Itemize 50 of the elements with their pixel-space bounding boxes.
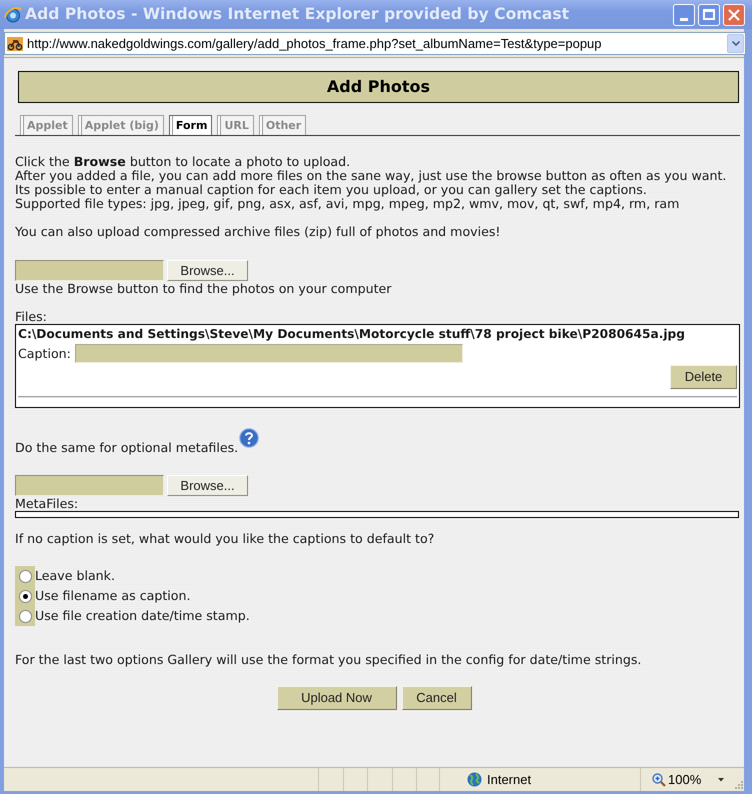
browser-logo-icon [4,6,22,24]
delete-button[interactable]: Delete [670,365,737,389]
motorcycle-icon [7,36,23,50]
chevron-down-icon [732,41,740,46]
browse-button[interactable]: Browse... [167,475,248,496]
globe-icon [467,772,482,787]
radio-button[interactable] [19,570,32,582]
instruction-text: Its possible to enter a manual caption for each item you upload, or you can gallery set the captions. [15,183,648,197]
address-dropdown-button[interactable] [727,34,744,53]
caption-field[interactable] [74,344,463,363]
zoom-level: 100% [668,770,702,789]
instruction-text: After you added a file, you can add more files on the sane way, just use the browse button as often as you want. [15,169,728,183]
caret-down-icon [718,778,724,782]
maximize-icon [703,9,715,20]
file-path-field[interactable] [15,260,164,281]
address-field[interactable]: http://www.nakedgoldwings.com/gallery/add_photos_frame.php?set_albumName=Test&type=popup [4,32,746,55]
magnifier-icon [652,772,666,786]
metafiles-label: MetaFiles: [15,497,80,511]
address-url: http://www.nakedgoldwings.com/gallery/add_photos_frame.php?set_albumName=Test&type=popup [27,34,602,53]
browse-button[interactable]: Browse... [167,260,248,281]
archive-note: You can also upload compressed archive files (zip) full of photos and movies! [15,225,502,239]
minimize-button[interactable] [673,4,695,26]
resize-grip-icon[interactable] [733,779,743,789]
browse-hint: Use the Browse button to find the photos on your computer [15,282,392,296]
files-label: Files: [15,310,48,324]
caption-default-question: If no caption is set, what would you like the captions to default to? [15,532,436,546]
maximize-button[interactable] [698,4,720,26]
minimize-icon [680,18,688,20]
close-icon [728,8,740,20]
radio-label[interactable]: Use filename as caption. [35,589,190,603]
radio-label[interactable]: Use file creation date/time stamp. [35,609,250,623]
radio-button[interactable] [19,590,32,602]
page-heading: Add Photos [326,80,430,94]
instruction-text: Supported file types: jpg, jpeg, gif, png, asx, asf, avi, mpg, mpeg, mp2, wmv, mov, qt, swf, mp4, rm, ram [15,197,680,211]
help-icon[interactable] [239,428,260,448]
zoom-control[interactable]: 100% [640,768,730,791]
cancel-button[interactable]: Cancel [402,686,472,710]
instruction-text: Click the Browse button to locate a photo to upload. [15,155,352,169]
file-path: C:\Documents and Settings\Steve\My Documents\Motorcycle stuff\78 project bike\P2080645a.jpg [18,327,686,341]
window-title: Add Photos - Windows Internet Explorer provided by Comcast [25,4,570,25]
caption-label: Caption: [18,346,71,360]
security-zone: Internet [487,770,532,789]
metafiles-prompt: Do the same for optional metafiles. [15,441,238,455]
upload-button[interactable]: Upload Now [276,686,396,710]
close-button[interactable] [723,4,745,26]
tab[interactable]: Form [168,115,212,135]
radio-label[interactable]: Leave blank. [35,569,115,583]
format-note: For the last two options Gallery will use the format you specified in the config for date/time strings. [15,653,642,667]
file-path-field[interactable] [15,475,164,496]
radio-button[interactable] [19,610,32,622]
